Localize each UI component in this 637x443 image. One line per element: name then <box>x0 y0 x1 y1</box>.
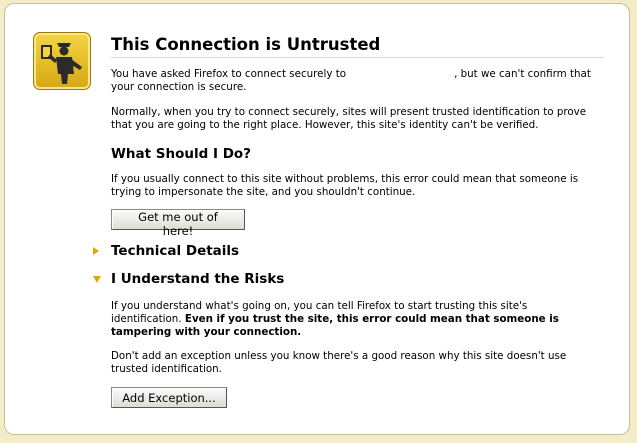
collapsed-triangle-icon <box>93 247 99 255</box>
add-exception-button[interactable]: Add Exception... <box>111 387 227 408</box>
officer-stop-icon <box>33 32 91 90</box>
exception-warning-text: Don't add an exception unless you know t… <box>111 350 567 375</box>
get-me-out-button[interactable]: Get me out of here! <box>111 209 245 238</box>
normally-text: Normally, when you try to connect secure… <box>111 106 587 131</box>
error-page-container: This Connection is Untrusted You have as… <box>4 3 630 435</box>
understand-risks-heading[interactable]: I Understand the Risks <box>111 271 284 287</box>
page-title: This Connection is Untrusted <box>111 35 604 58</box>
what-should-heading: What Should I Do? <box>111 146 252 162</box>
risks-text: If you understand what's going on, you c… <box>111 300 601 339</box>
what-should-text: If you usually connect to this site with… <box>111 173 579 198</box>
expanded-triangle-icon <box>93 276 101 283</box>
intro-text: You have asked Firefox to connect secure… <box>111 68 601 94</box>
technical-details-heading[interactable]: Technical Details <box>111 243 239 259</box>
intro-text-part1: You have asked Firefox to connect secure… <box>111 68 347 80</box>
